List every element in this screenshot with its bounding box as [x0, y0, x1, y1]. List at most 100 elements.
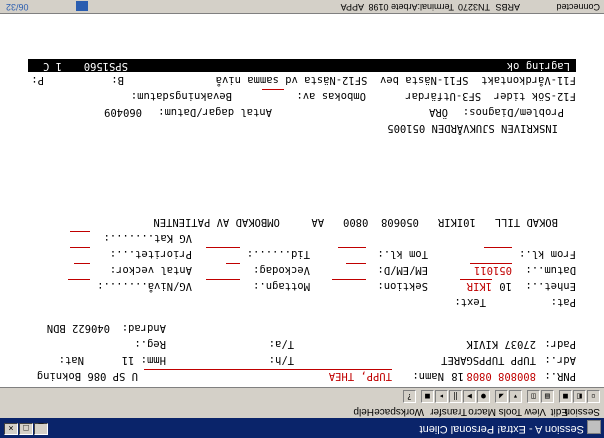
veckodag-underline	[226, 263, 240, 264]
record-icon[interactable]: ●	[477, 390, 490, 403]
ombokas-underline	[262, 89, 284, 90]
status-item-3: APPA	[340, 2, 364, 12]
enhet-code-field[interactable]: 1KIR	[467, 280, 492, 292]
p-label: P:	[31, 74, 44, 86]
message-code: SPS1560	[83, 60, 128, 72]
send-icon[interactable]: ◢	[495, 390, 508, 403]
f11-label: F11-Vårdkontakt SF11-Nästa bev SF12-Näst…	[215, 74, 576, 86]
terminal-screen: PNR.: 800808 0808 18 Namn: TUPP, THEA U …	[0, 14, 604, 386]
padr-field[interactable]: 27037 KIVIK	[466, 338, 536, 350]
antal-dagar-label: Antal dagar/Datum:	[158, 106, 272, 118]
pat-label: Pat:	[550, 296, 576, 308]
pause-icon[interactable]: ‖	[449, 390, 462, 403]
stop-icon[interactable]: ■	[421, 390, 434, 403]
em-label: EM/EM/D:	[377, 264, 428, 276]
menu-bar: Session Edit View Tools Macro Transfer W…	[0, 404, 604, 418]
namn-field[interactable]: TUPP, THEA	[329, 370, 392, 382]
namn-label: Namn:	[412, 370, 444, 382]
from-underline	[484, 247, 512, 248]
vg-underline	[68, 279, 90, 280]
tid-underline	[206, 247, 240, 248]
antal-dagar-field[interactable]: 060409	[104, 106, 142, 118]
close-button[interactable]: ×	[4, 423, 18, 435]
enhet-underline	[460, 279, 492, 280]
pnr-nr: 18	[451, 370, 464, 382]
bevakning-label: Bevakningsdatum:	[130, 90, 232, 102]
em-underline	[346, 263, 366, 264]
from-label: From kl.:	[519, 248, 576, 260]
new-session-icon[interactable]: ▫	[587, 390, 600, 403]
session-indicator-icon	[76, 1, 88, 11]
menu-session[interactable]: Session	[564, 406, 600, 417]
antal-veckor-label: Antal veckor:	[109, 264, 192, 276]
help-icon[interactable]: ?	[403, 390, 416, 403]
message-flag: 1 C	[43, 60, 62, 72]
app-icon	[587, 420, 601, 434]
status-item-0: ARBS	[495, 2, 520, 12]
text-label: Text:	[454, 296, 486, 308]
maximize-button[interactable]: □	[19, 423, 33, 435]
tom-label: Tom kl.:	[377, 248, 428, 260]
veckodag-label: Veckodag:	[253, 264, 310, 276]
datum-label: Datum..:	[525, 264, 576, 276]
play-icon[interactable]: ▶	[463, 390, 476, 403]
menu-transfer[interactable]: Transfer	[430, 406, 467, 417]
vg-kat-underline	[70, 231, 90, 232]
menu-help[interactable]: Help	[353, 406, 374, 417]
step-icon[interactable]: ▸	[435, 390, 448, 403]
adr-label: Adr.:	[544, 354, 576, 366]
f12-label: F12-Sök tider SF3-Utfärdar	[405, 90, 576, 102]
mottagn-label: Mottagn.:	[253, 280, 310, 292]
hmm-label: Hmm: 11	[121, 354, 166, 366]
problem-label: Problem/Diagnos:	[462, 106, 564, 118]
bokad-line: BOKAD TILL 10IKIR 050608 0800 AA OMBOKAD…	[153, 216, 558, 228]
paste-icon[interactable]: ▾	[509, 390, 522, 403]
nat-label: Nat:	[58, 354, 84, 366]
enhet-label: Enhet..:	[525, 280, 576, 292]
toolbar: ▫ ◧ ■ ▤ ◫ ▾ ◢ ● ▶ ‖ ▸ ■ ?	[0, 387, 604, 404]
vg-label: VG/Nivå.......:	[97, 280, 192, 292]
padr-label: Padr:	[544, 338, 576, 350]
enhet-field[interactable]: 10	[499, 280, 512, 292]
message-text: Lagring ok	[506, 60, 570, 72]
ombokas-label: Ombokas av:	[296, 90, 366, 102]
ta-label: T/a:	[268, 338, 294, 350]
title-bar: Session A - Extra! Personal Client _ □ ×	[0, 418, 604, 438]
menu-workspace[interactable]: Workspace	[374, 406, 424, 417]
inskriven-line: INSKRIVEN SJUKVÅRDEN 051005	[387, 122, 558, 134]
copy-icon[interactable]: ◫	[527, 390, 540, 403]
menu-macro[interactable]: Macro	[468, 406, 496, 417]
prio-underline	[70, 247, 90, 248]
status-connected: Connected	[556, 2, 600, 12]
tom-underline	[338, 247, 366, 248]
prio-label: Prioritet...:	[109, 248, 192, 260]
status-item-1: TN3270	[457, 2, 490, 12]
namn-underline	[144, 369, 392, 370]
open-icon[interactable]: ◧	[573, 390, 586, 403]
reg-label: Reg.:	[134, 338, 166, 350]
datum-field[interactable]: 051011	[474, 264, 512, 276]
pnr-field[interactable]: 800808 0808	[466, 370, 536, 382]
message-bar: Lagring ok SPS1560 1 C	[28, 59, 576, 72]
andrad-label: Andrad:	[121, 322, 166, 334]
save-icon[interactable]: ■	[559, 390, 572, 403]
print-icon[interactable]: ▤	[541, 390, 554, 403]
sektion-label: Sektion:	[377, 280, 428, 292]
sektion-underline	[332, 279, 366, 280]
adr-field[interactable]: TUPP TUPPSGARET	[441, 354, 536, 366]
cursor-position: 06/32	[6, 2, 29, 12]
menu-tools[interactable]: Tools	[499, 406, 522, 417]
b-label: B:	[111, 74, 124, 86]
mottagn-underline	[206, 279, 240, 280]
tid-label: Tid......:	[246, 248, 310, 260]
vg-kat-label: VG Kat.......:	[103, 232, 192, 244]
minimize-button[interactable]: _	[34, 423, 48, 435]
menu-view[interactable]: View	[525, 406, 547, 417]
menu-edit[interactable]: Edit	[551, 406, 568, 417]
antal-veckor-underline	[74, 263, 90, 264]
tn-label: T/h:	[268, 354, 294, 366]
datum-underline	[470, 263, 512, 264]
pnr-label: PNR.:	[544, 370, 576, 382]
problem-field[interactable]: ÖRA	[429, 106, 448, 118]
status-bar: Connected ARBS TN3270 Terminal:Arbete 01…	[0, 0, 604, 14]
